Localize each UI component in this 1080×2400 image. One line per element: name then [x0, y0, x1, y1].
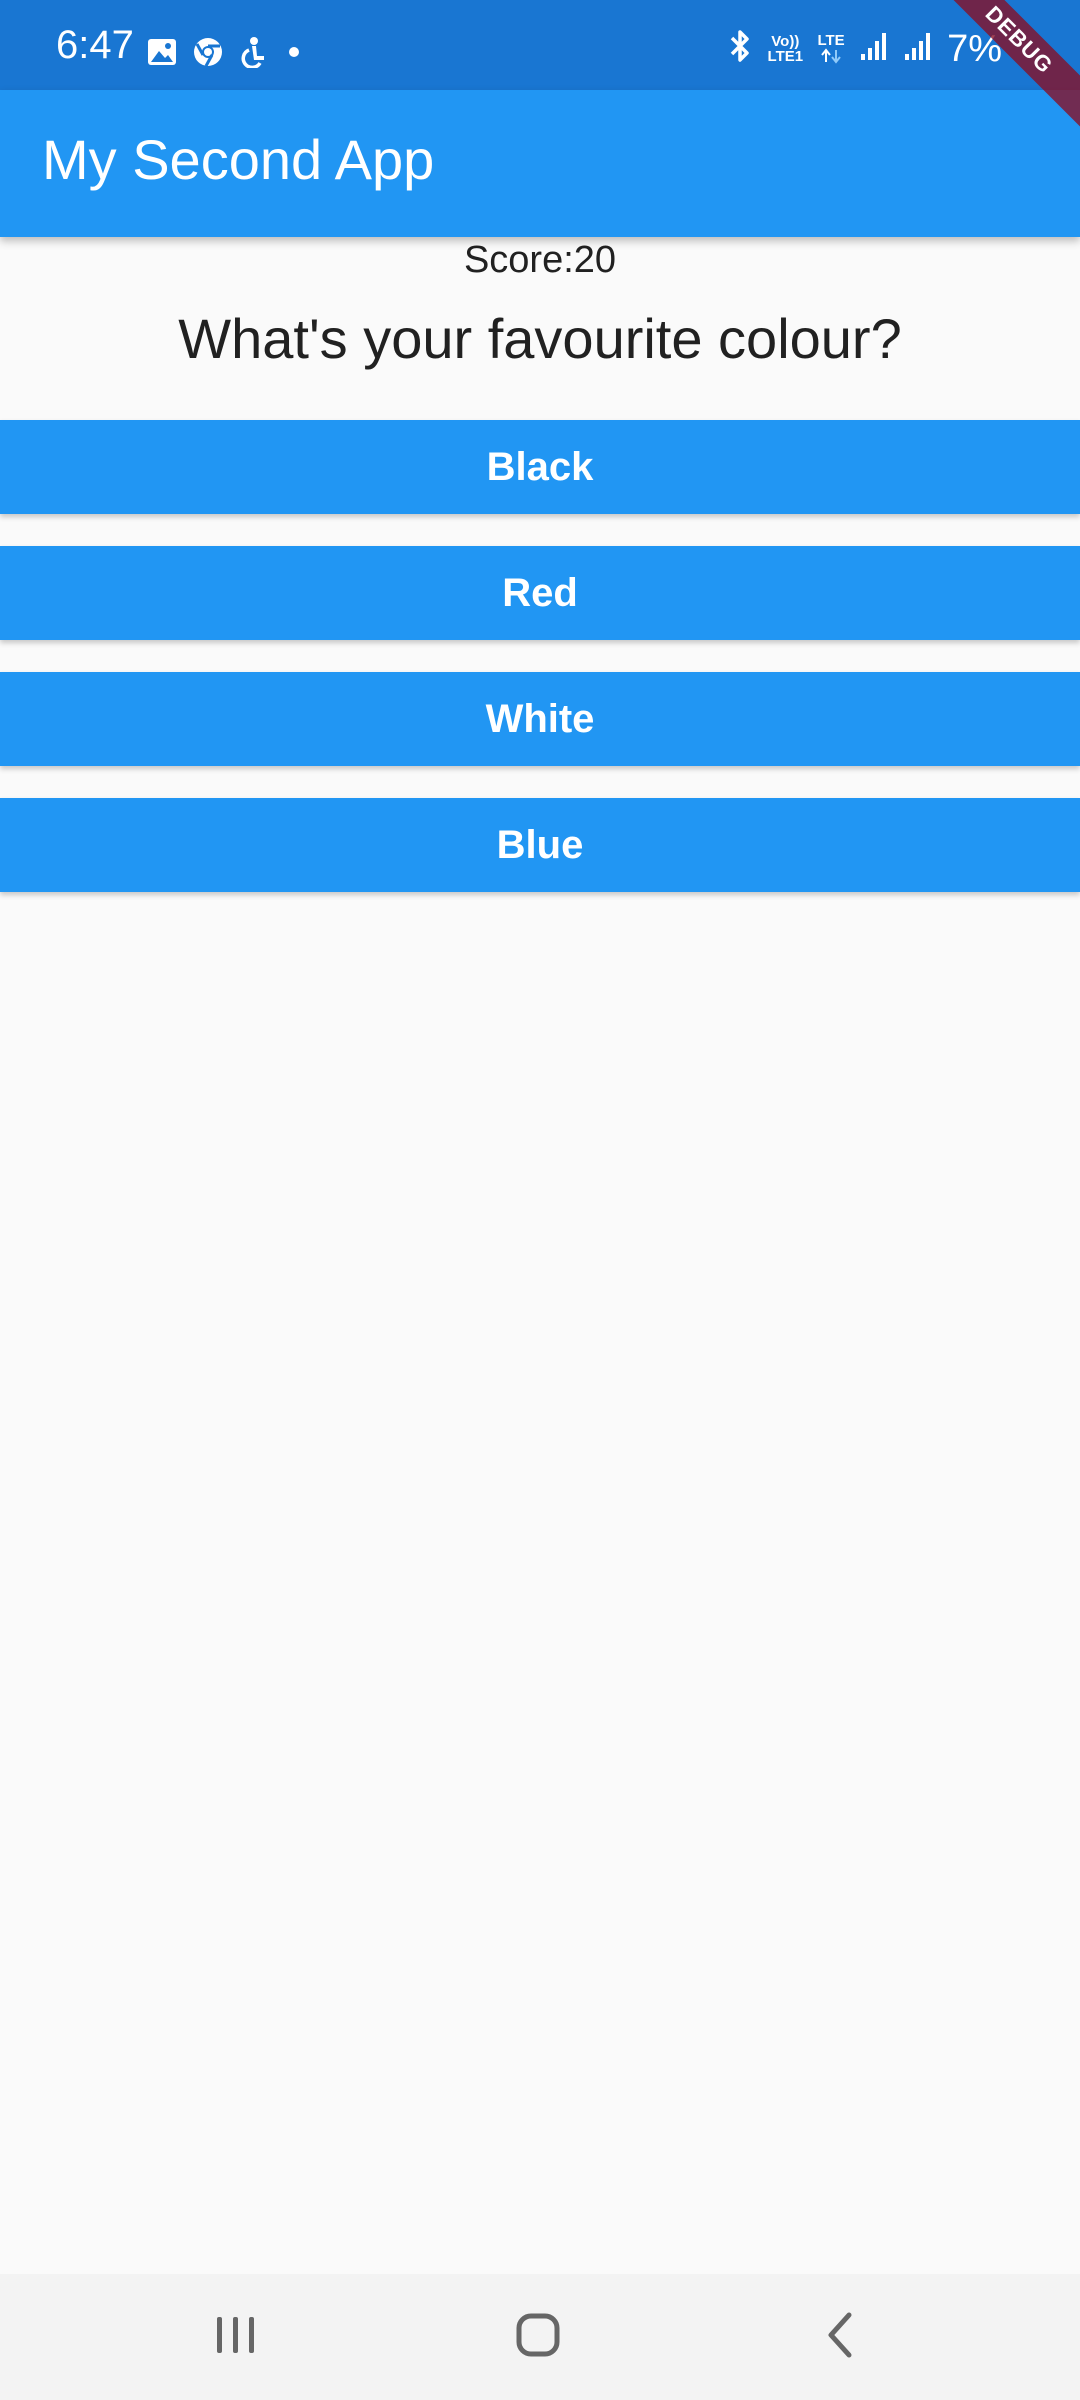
score-text: Score:20 — [463, 239, 617, 281]
answer-button-blue[interactable]: Blue — [0, 798, 1080, 892]
back-button[interactable] — [780, 2302, 900, 2372]
lte-label: LTE — [817, 32, 845, 49]
home-icon — [515, 2312, 561, 2363]
notification-dot-icon — [282, 37, 306, 72]
answer-button-white[interactable]: White — [0, 672, 1080, 766]
bluetooth-icon — [726, 28, 754, 69]
system-icons: Vo)) LTE1 LTE 7% — [726, 28, 1002, 69]
status-bar: 6:47 Vo)) LTE1 LTE 7% — [0, 0, 1080, 90]
signal-icon — [903, 30, 933, 67]
answer-button-black[interactable]: Black — [0, 420, 1080, 514]
volte-label: Vo)) — [771, 32, 800, 50]
app-bar: My Second App — [0, 90, 1080, 237]
recent-apps-button[interactable] — [176, 2302, 296, 2372]
notification-icons — [146, 36, 306, 73]
accessibility-icon — [238, 36, 268, 73]
answer-button-red[interactable]: Red — [0, 546, 1080, 640]
chrome-icon — [192, 36, 224, 73]
status-time: 6:47 — [56, 23, 134, 67]
recent-apps-icon — [213, 2315, 259, 2360]
back-icon — [823, 2311, 857, 2364]
volte-icon: Vo)) LTE1 — [768, 34, 804, 64]
home-button[interactable] — [478, 2302, 598, 2372]
lte-icon: LTE — [817, 33, 845, 64]
signal-icon — [859, 30, 889, 67]
gallery-icon — [146, 37, 178, 72]
answer-list: Black Red White Blue — [0, 420, 1080, 924]
question-text: What's your favourite colour? — [178, 307, 902, 370]
app-title: My Second App — [42, 128, 435, 191]
lte1-label: LTE1 — [767, 47, 804, 65]
system-navigation-bar — [0, 2274, 1080, 2400]
